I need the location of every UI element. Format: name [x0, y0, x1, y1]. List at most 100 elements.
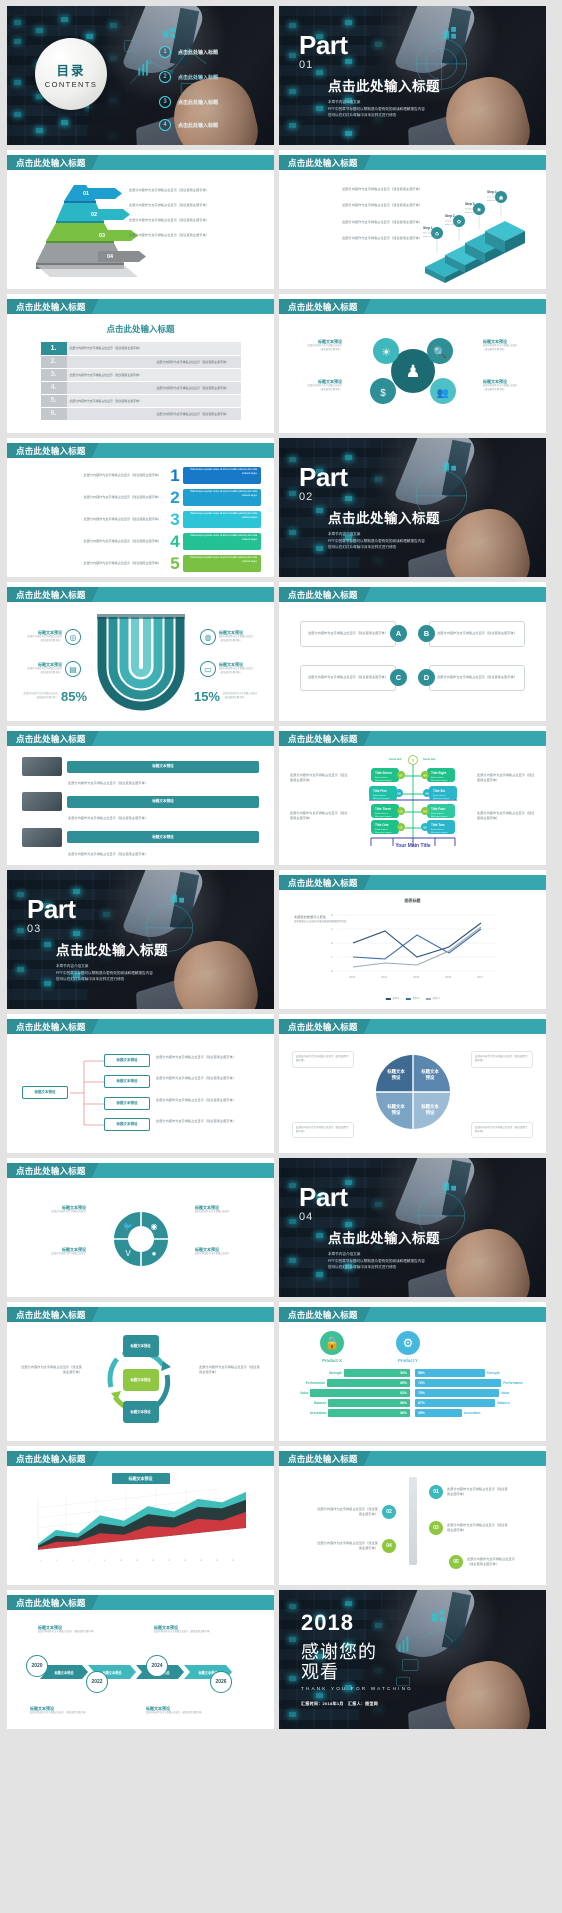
svg-text:7: 7 — [88, 1560, 89, 1562]
table-heading: 点击此处输入标题 — [106, 324, 175, 334]
timeline-year-1[interactable]: 2020 — [26, 1655, 48, 1677]
org-child-1[interactable]: 标题文本预设 — [104, 1054, 150, 1067]
list-item-text: 此部分内容作为文字排版占位显示（建议使用主题字体） — [83, 472, 161, 477]
slide-quadrant[interactable]: 点击此处输入标题 标题文本 预设 标题文本 预设 标题文本 预设 标题文本 预设 此部分… — [279, 1014, 546, 1153]
svg-text:07: 07 — [399, 774, 403, 778]
bar-label: Balance — [314, 1401, 327, 1405]
table-row[interactable]: 2. 此部分内容作为文字排版占位显示（建议使用主题字体） — [40, 355, 241, 369]
slide-part-04[interactable]: Part 04 点击此处输入标题 本章节内容介绍文案 PPT中的章节标题可以帮助… — [279, 1158, 546, 1297]
svg-text:23: 23 — [216, 1560, 218, 1562]
slide-org-chart[interactable]: 点击此处输入标题 标题文本预设 标题文本预设 此部分内容作为文字排版占位显示（建… — [7, 1014, 274, 1153]
list-item[interactable]: 此部分内容作为文字排版占位显示（建议使用主题字体） 5 Pellentesque… — [20, 554, 261, 573]
svg-text:Title Eight: Title Eight — [431, 771, 447, 775]
u-shape-graphic — [96, 614, 185, 711]
svg-text:Maecenas tempus: Maecenas tempus — [375, 831, 391, 834]
svg-text:Maecenas tempus: Maecenas tempus — [375, 815, 391, 818]
slide-cycle[interactable]: 点击此处输入标题 标题文本预设 标题文本预设 标题文本预设 此部分内容作为文字排… — [7, 1302, 274, 1441]
slide-title-text: 点击此处输入标题 — [288, 1021, 358, 1032]
org-child-4[interactable]: 标题文本预设 — [104, 1118, 150, 1131]
social-label-body-4: 此部分内容作为文字排版占位显示 — [195, 1253, 230, 1255]
slide-table[interactable]: 点击此处输入标题 点击此处输入标题 1. 此部分内容作为文字排版占位显示（建议使… — [7, 294, 274, 433]
list-item[interactable]: 此部分内容作为文字排版占位显示（建议使用主题字体） 2 Pellentesque… — [20, 488, 261, 507]
row-label-bar: 标题文本预设 — [67, 760, 259, 773]
slide-title-chip: 点击此处输入标题 — [7, 1019, 99, 1034]
svg-text:◉: ◉ — [150, 1222, 157, 1231]
step-item-03[interactable]: 03 此部分内容作为文字排版占位显示（建议使用主题字体） — [429, 1521, 509, 1535]
slide-part-03[interactable]: Part 03 点击此处输入标题 本章节内容介绍文案 PPT中的章节标题可以帮助… — [7, 870, 274, 1009]
timeline-year-4[interactable]: 2026 — [210, 1671, 232, 1693]
abcd-box-b[interactable]: 此部分内容作为文字排版占位显示（建议使用主题字体） — [429, 621, 525, 647]
svg-text:08: 08 — [423, 774, 427, 778]
quadrant-note-text-2: 此部分内容作为文字排版占位显示（建议使用主题字体） — [475, 1055, 528, 1063]
svg-text:21: 21 — [200, 1560, 202, 1562]
u-right-item-2[interactable]: 标题文本预设 此部分内容作为文字排版占位显示 （建议使用主题字体） ▭ — [200, 661, 263, 677]
slide-pyramid[interactable]: 点击此处输入标题 01 02 03 04 此部分内容作为文字排版占位显示（建议使… — [7, 150, 274, 289]
slide-steps[interactable]: 点击此处输入标题 01 此部分内容作为文字排版占位显示（建议使用主题字体） 02… — [279, 1446, 546, 1585]
svg-text:Maecenas tempus: Maecenas tempus — [431, 815, 447, 818]
image-bar-row[interactable]: 标题文本预设 — [22, 827, 259, 847]
u-left-item-1[interactable]: 标题文本预设 此部分内容作为文字排版占位显示 （建议使用主题字体） ◎ — [18, 629, 81, 645]
slide-numbered-list[interactable]: 点击此处输入标题 此部分内容作为文字排版占位显示（建议使用主题字体） 1 Pel… — [7, 438, 274, 577]
slide-part-02[interactable]: Part 02 点击此处输入标题 本章节内容介绍文案 PPT中的章节标题可以帮助… — [279, 438, 546, 577]
toc-item-2[interactable]: 2 点击此处输入标题 — [159, 71, 218, 83]
table-row[interactable]: 4. 此部分内容作为文字排版占位显示（建议使用主题字体） — [40, 381, 241, 395]
slide-timeline[interactable]: 点击此处输入标题 标题文本预设 标题文本预设 标题文本预设 标题文本预设 202… — [7, 1590, 274, 1729]
step-item-01[interactable]: 01 此部分内容作为文字排版占位显示（建议使用主题字体） — [429, 1485, 509, 1499]
abcd-box-c[interactable]: 此部分内容作为文字排版占位显示（建议使用主题字体） — [300, 665, 396, 691]
cycle-box-mid[interactable]: 标题文本预设 — [122, 1369, 159, 1391]
org-child-2[interactable]: 标题文本预设 — [104, 1075, 150, 1088]
table-cell-number: 4. — [40, 381, 67, 395]
content-table[interactable]: 1. 此部分内容作为文字排版占位显示（建议使用主题字体） 2. 此部分内容作为文… — [40, 342, 241, 421]
quadrant-note-1: 此部分内容作为文字排版占位显示（建议使用主题字体） — [292, 1051, 354, 1068]
slide-image-bars[interactable]: 点击此处输入标题 标题文本预设 此部分内容作为文字排版占位显示（建议使用主题字体… — [7, 726, 274, 865]
slide-circles[interactable]: 点击此处输入标题 ♟ ☀ 🔍 $ 👥 标题文本预设 此部分内容作为文字排版占位显… — [279, 294, 546, 433]
step-item-02[interactable]: 02 此部分内容作为文字排版占位显示（建议使用主题字体） — [316, 1505, 396, 1519]
step-text-01: 此部分内容作为文字排版占位显示（建议使用主题字体） — [447, 1486, 508, 1496]
list-item[interactable]: 此部分内容作为文字排版占位显示（建议使用主题字体） 3 Pellentesque… — [20, 510, 261, 529]
slide-social[interactable]: 点击此处输入标题 🐦 ◉ V ● 标题文本预设 此部分内容作为文字排版占位显示 标题文… — [7, 1158, 274, 1297]
slide-stairs[interactable]: 点击此处输入标题 此部分内容作为文字排版占位显示（建议使用主题字体） 此部分内容… — [279, 150, 546, 289]
svg-text:预设: 预设 — [425, 1074, 434, 1081]
step-item-04[interactable]: 04 此部分内容作为文字排版占位显示（建议使用主题字体） — [316, 1539, 396, 1553]
step-item-05[interactable]: 05 此部分内容作为文字排版占位显示（建议使用主题字体） — [449, 1555, 519, 1569]
list-item[interactable]: 此部分内容作为文字排版占位显示（建议使用主题字体） 4 Pellentesque… — [20, 532, 261, 551]
abcd-box-a[interactable]: 此部分内容作为文字排版占位显示（建议使用主题字体） — [300, 621, 396, 647]
list-item-box: Pellentesque egestas neque sit amet conv… — [183, 467, 261, 484]
table-row[interactable]: 5. 此部分内容作为文字排版占位显示（建议使用主题字体） — [40, 394, 241, 408]
toc-item-4[interactable]: 4 点击此处输入标题 — [159, 119, 218, 131]
timeline-year-2[interactable]: 2022 — [86, 1671, 108, 1693]
image-bar-row[interactable]: 标题文本预设 — [22, 757, 259, 776]
circle-label-br: 标题文本预设 此部分内容作为文字排版占位显示 （建议使用主题字体） — [483, 379, 535, 392]
slide-thanks[interactable]: 2018 感谢您的 观看 THANK YOU FOR WATCHING 汇报时间… — [279, 1590, 546, 1729]
slide-area-chart[interactable]: 点击此处输入标题 标题文本预设 1 3 5 7 9 11 13 15 17 19… — [7, 1446, 274, 1585]
slide-line-chart[interactable]: 点击此处输入标题 图表标题 64310 2013 2014 2015 2016 … — [279, 870, 546, 1009]
org-root[interactable]: 标题文本预设 — [22, 1086, 68, 1099]
table-row[interactable]: 1. 此部分内容作为文字排版占位显示（建议使用主题字体） — [40, 342, 241, 356]
table-row[interactable]: 6. 此部分内容作为文字排版占位显示（建议使用主题字体） — [40, 407, 241, 421]
abcd-box-d[interactable]: 此部分内容作为文字排版占位显示（建议使用主题字体） — [429, 665, 525, 691]
circle-cluster-graphic: ♟ ☀ 🔍 $ 👥 — [369, 338, 456, 404]
slide-u-chart[interactable]: 点击此处输入标题 标题文本预设 此部分内容作为文字排版占位显示 （建议使用主题字… — [7, 582, 274, 721]
slide-product-compare[interactable]: 点击此处输入标题 🔒 Product X ⚙ Product Y Strengt… — [279, 1302, 546, 1441]
list-item[interactable]: 此部分内容作为文字排版占位显示（建议使用主题字体） 1 Pellentesque… — [20, 466, 261, 485]
slide-cover-contents[interactable]: 目录 CONTENTS 1 点击此处输入标题 2 点击此处输入标题 3 点击此处… — [7, 6, 274, 145]
u-right-item-1[interactable]: 标题文本预设 此部分内容作为文字排版占位显示 （建议使用主题字体） ◍ — [200, 629, 263, 645]
table-cell-number: 3. — [40, 368, 67, 382]
image-bar-row[interactable]: 标题文本预设 — [22, 792, 259, 812]
slide-title-text: 点击此处输入标题 — [16, 445, 86, 456]
toc-item-3[interactable]: 3 点击此处输入标题 — [159, 96, 218, 108]
svg-text:Maecenas tempus: Maecenas tempus — [431, 779, 447, 782]
slide-abcd[interactable]: 点击此处输入标题 此部分内容作为文字排版占位显示（建议使用主题字体） A 此部分… — [279, 582, 546, 721]
u-left-item-2[interactable]: 标题文本预设 此部分内容作为文字排版占位显示 （建议使用主题字体） ▤ — [18, 661, 81, 677]
cycle-box-top[interactable]: 标题文本预设 — [122, 1335, 159, 1357]
stairs-note-1: 此部分内容作为文字排版占位显示（建议使用主题字体） — [342, 187, 422, 191]
toc-item-1[interactable]: 1 点击此处输入标题 — [159, 46, 218, 58]
slide-mindmap[interactable]: 点击此处输入标题 此部分内容作为文字排版占位显示（建议使用主题字体） 此部分内容… — [279, 726, 546, 865]
org-child-3[interactable]: 标题文本预设 — [104, 1097, 150, 1110]
svg-text:☀: ☀ — [381, 347, 391, 359]
svg-text:2017: 2017 — [477, 975, 484, 979]
cycle-box-bottom[interactable]: 标题文本预设 — [122, 1401, 159, 1423]
table-row[interactable]: 3. 此部分内容作为文字排版占位显示（建议使用主题字体） — [40, 368, 241, 382]
timeline-year-3[interactable]: 2024 — [146, 1655, 168, 1677]
slide-part-01[interactable]: Part 01 点击此处输入标题 本章节内容介绍文案 PPT中的章节标题可以帮助… — [279, 6, 546, 145]
